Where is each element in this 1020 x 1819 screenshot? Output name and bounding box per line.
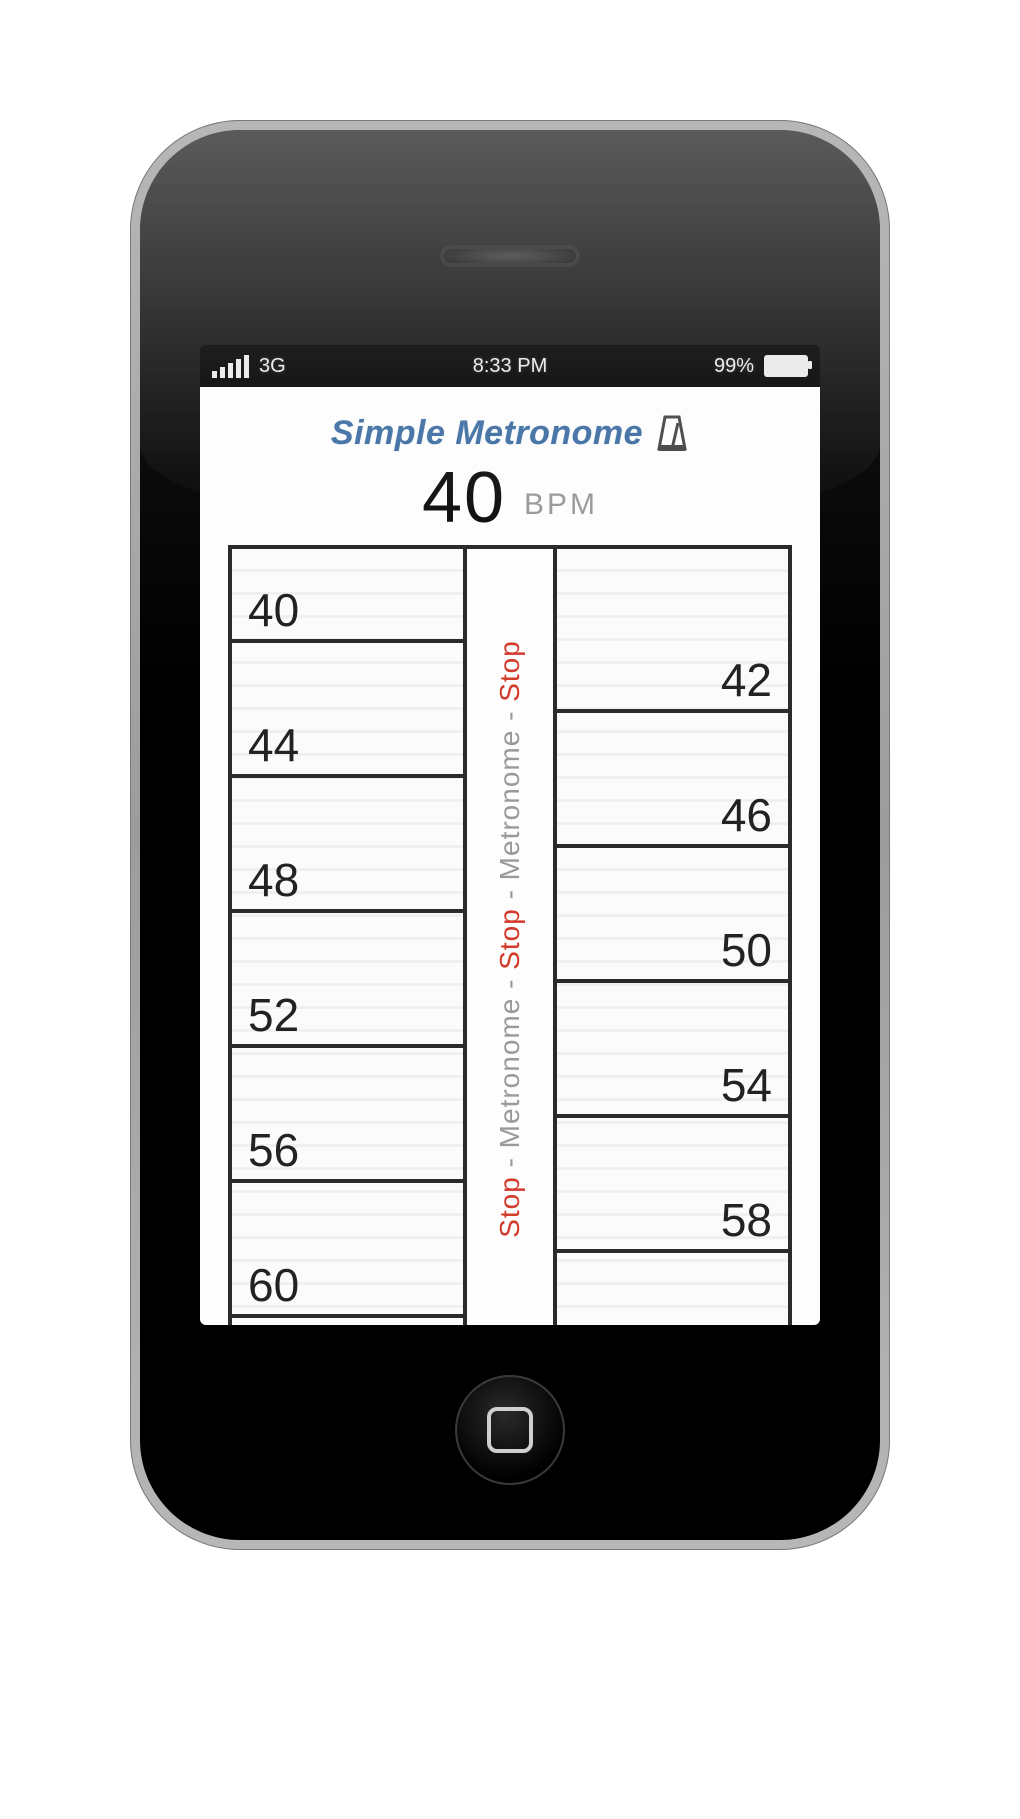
tick-label: 50	[721, 923, 772, 977]
tick-mark[interactable]: 58	[557, 1249, 788, 1253]
status-right: 99%	[714, 355, 808, 378]
battery-pct: 99%	[714, 355, 754, 378]
tick-label: 40	[248, 583, 299, 637]
phone-frame: 3G 8:33 PM 99% Simple Metronome	[130, 120, 890, 1550]
battery-icon	[764, 355, 808, 377]
tick-mark[interactable]: 46	[557, 844, 788, 848]
tick-label: 56	[248, 1123, 299, 1177]
tick-mark[interactable]: 56	[232, 1179, 463, 1183]
app-title: Simple Metronome	[331, 414, 643, 453]
ticks-right[interactable]: 42 46 50 54 58	[557, 549, 788, 1325]
home-button[interactable]	[455, 1375, 565, 1485]
earpiece-speaker	[440, 245, 580, 267]
tick-mark[interactable]: 54	[557, 1114, 788, 1118]
ticks-left[interactable]: 40 44 48 52 56 60	[232, 549, 463, 1325]
phone-body: 3G 8:33 PM 99% Simple Metronome	[140, 130, 880, 1540]
tick-mark[interactable]: 44	[232, 774, 463, 778]
status-left: 3G	[212, 355, 286, 378]
tick-label: 52	[248, 988, 299, 1042]
tick-label: 54	[721, 1058, 772, 1112]
bpm-value: 40	[422, 457, 506, 539]
clock: 8:33 PM	[473, 355, 547, 378]
tick-label: 46	[721, 788, 772, 842]
tick-label: 44	[248, 718, 299, 772]
status-bar: 3G 8:33 PM 99%	[200, 345, 820, 387]
ruler-body[interactable]: 40 44 48 52 56 60 42 46 50 54 58 Stop - Metronome…	[228, 545, 792, 1325]
bpm-readout: 40 BPM	[200, 457, 820, 539]
app-viewport: Simple Metronome 40 BPM 4	[200, 387, 820, 1325]
screen: 3G 8:33 PM 99% Simple Metronome	[200, 345, 820, 1325]
tick-mark[interactable]: 50	[557, 979, 788, 983]
carrier-label: 3G	[259, 355, 286, 378]
tick-mark[interactable]: 48	[232, 909, 463, 913]
tick-mark[interactable]: 52	[232, 1044, 463, 1048]
tick-label: 60	[248, 1258, 299, 1312]
tick-label: 42	[721, 653, 772, 707]
stop-strip-text: Stop - Metronome - Stop - Metronome - St…	[494, 640, 526, 1238]
tick-mark[interactable]: 42	[557, 709, 788, 713]
tick-label: 58	[721, 1193, 772, 1247]
bpm-unit: BPM	[524, 488, 598, 522]
title-row: Simple Metronome	[200, 387, 820, 461]
tempo-ruler[interactable]: 40 44 48 52 56 60 42 46 50 54 58 Stop - Metronome…	[228, 545, 792, 1325]
metronome-icon	[655, 413, 689, 453]
stop-strip[interactable]: Stop - Metronome - Stop - Metronome - St…	[463, 549, 557, 1325]
tick-mark[interactable]: 60	[232, 1314, 463, 1318]
tick-mark[interactable]: 40	[232, 639, 463, 643]
tick-label: 48	[248, 853, 299, 907]
home-icon	[487, 1407, 533, 1453]
signal-bars-icon	[212, 355, 249, 378]
